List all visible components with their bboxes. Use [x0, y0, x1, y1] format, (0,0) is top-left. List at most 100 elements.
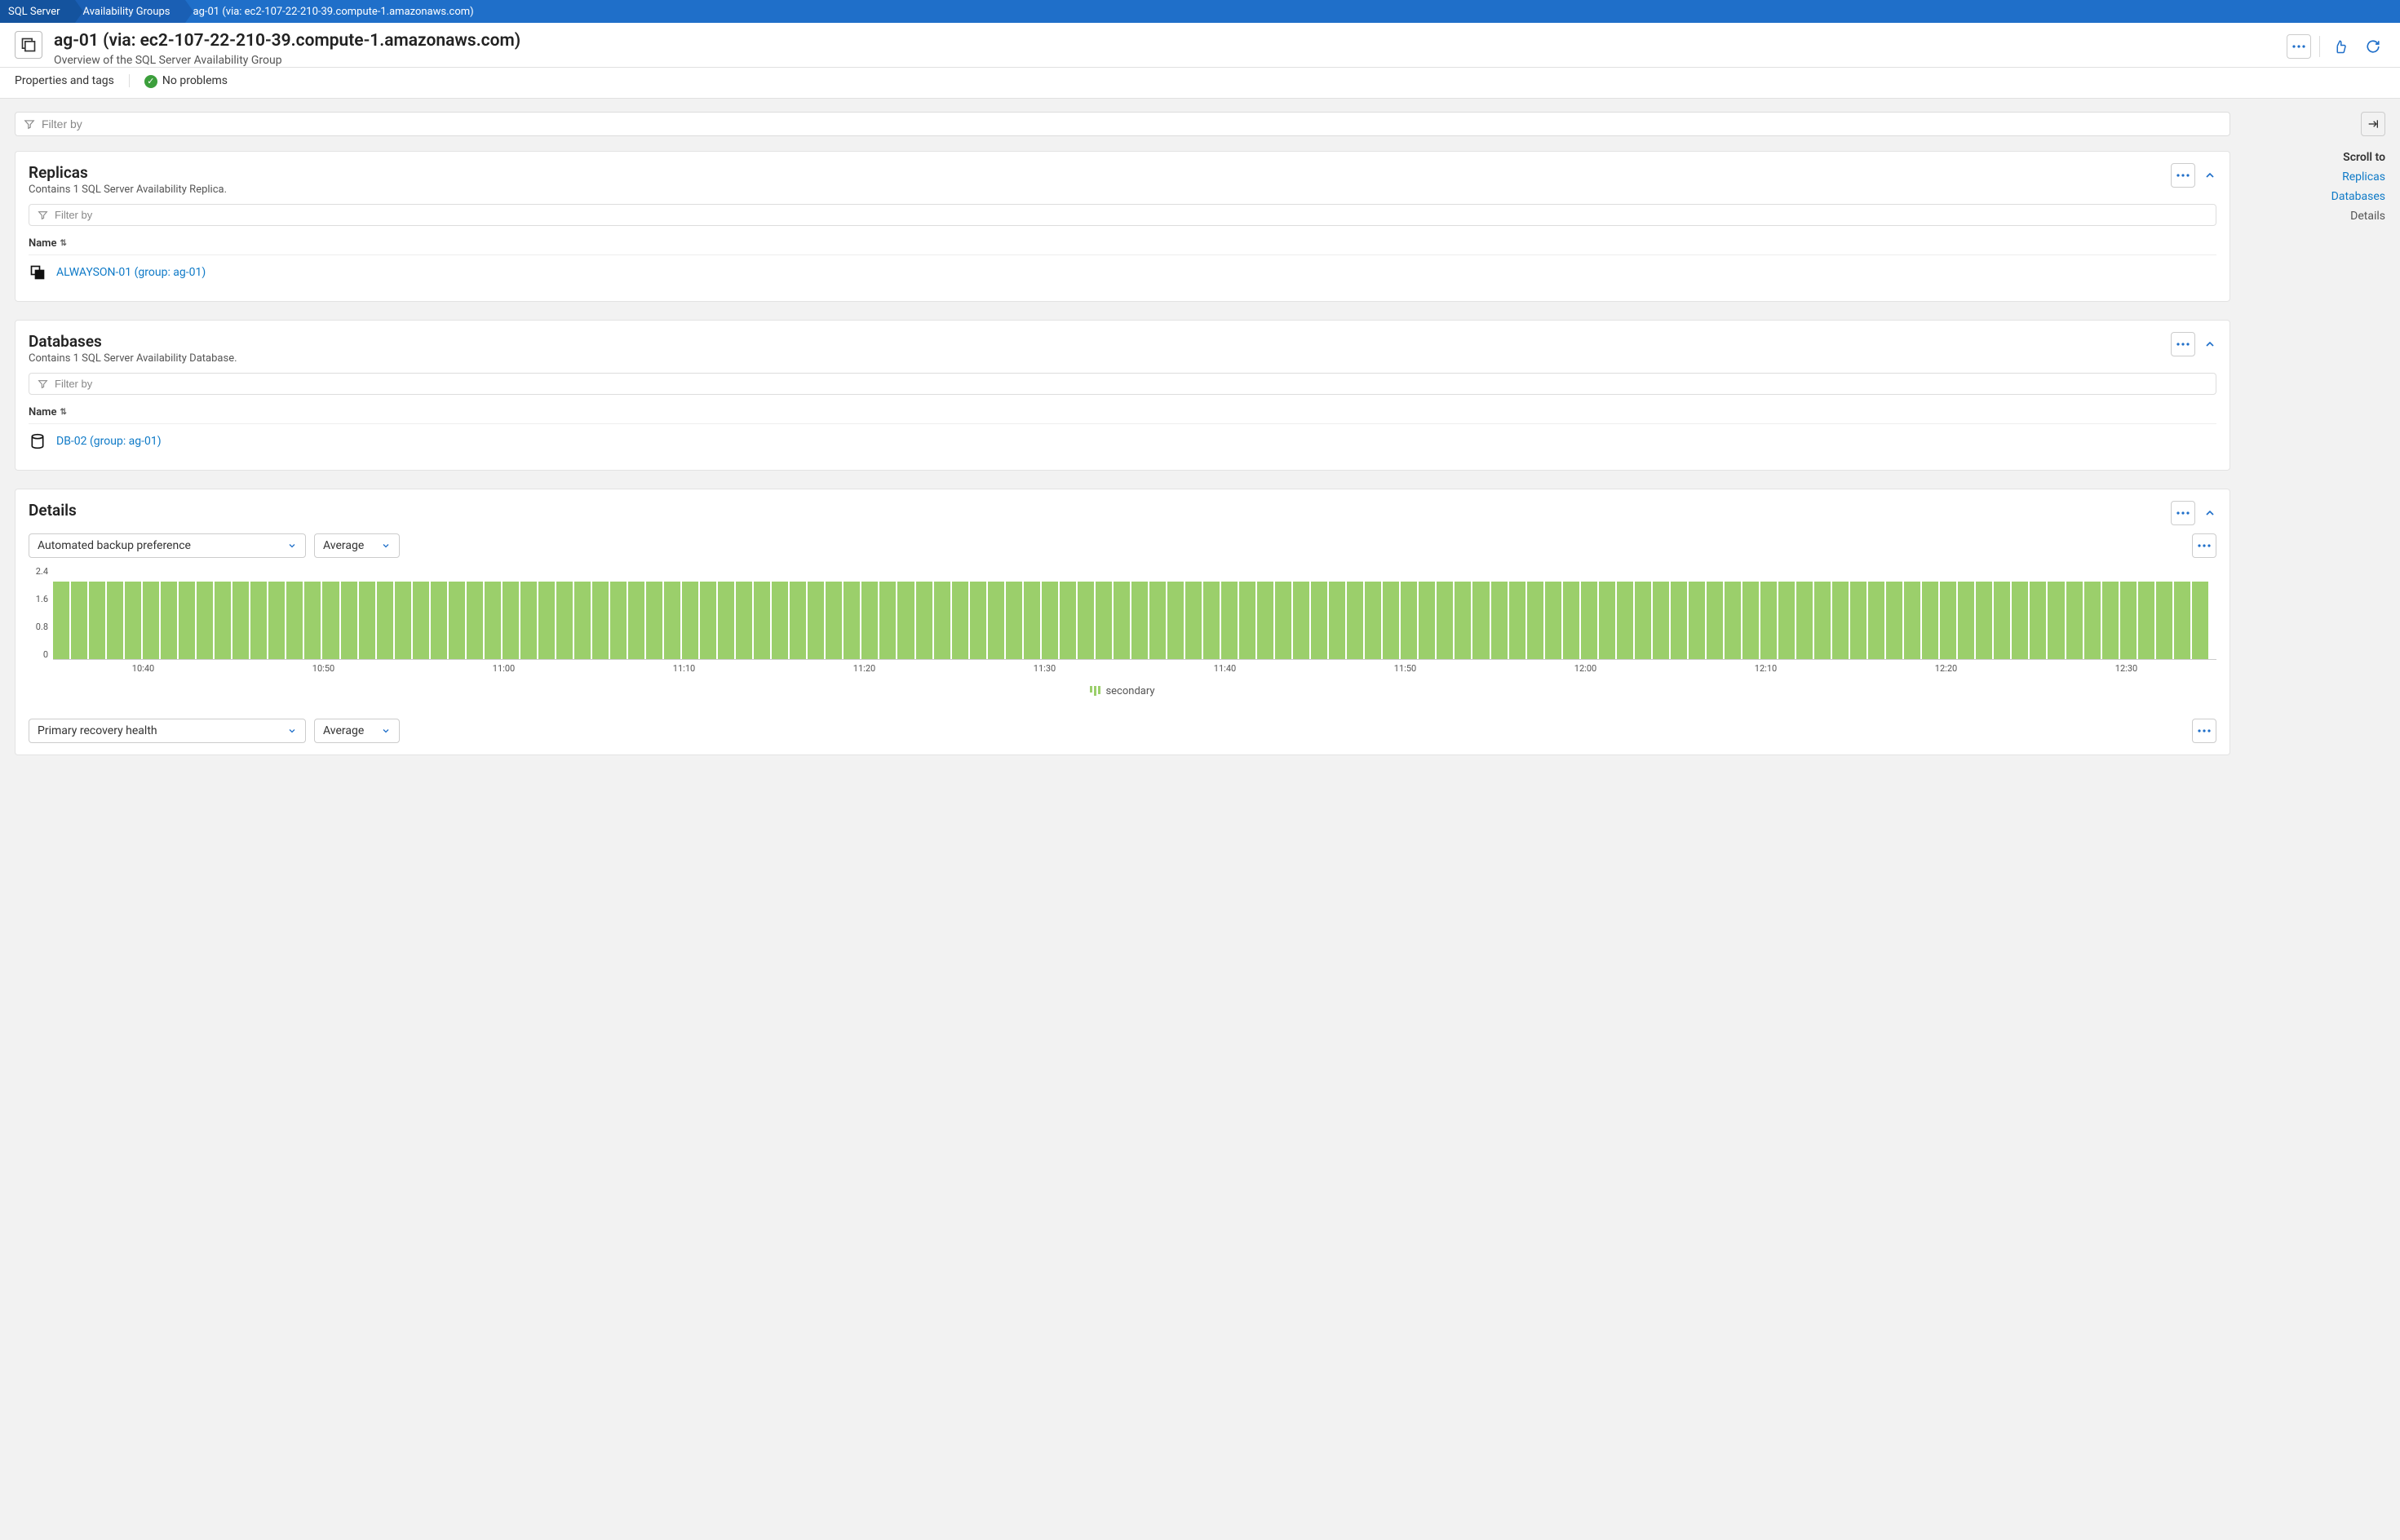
- chart-bar[interactable]: [808, 582, 824, 659]
- side-panel-toggle[interactable]: [2361, 112, 2385, 136]
- breadcrumb-availability-groups[interactable]: Availability Groups: [75, 0, 185, 23]
- chart-bar[interactable]: [556, 582, 573, 659]
- chart-bar[interactable]: [1689, 582, 1705, 659]
- replicas-name-column[interactable]: Name ⇅: [29, 237, 2216, 254]
- metric-select-1[interactable]: Automated backup preference: [29, 533, 306, 558]
- chart-bar[interactable]: [1096, 582, 1112, 659]
- chart-bar[interactable]: [646, 582, 662, 659]
- chart-bar[interactable]: [179, 582, 195, 659]
- chart-bar[interactable]: [1311, 582, 1327, 659]
- chart-bar[interactable]: [1599, 582, 1615, 659]
- chart-bar[interactable]: [682, 582, 698, 659]
- chart-bar[interactable]: [610, 582, 627, 659]
- metric-select-2[interactable]: Primary recovery health: [29, 719, 306, 743]
- thumbs-up-button[interactable]: [2328, 34, 2353, 59]
- chart-bar[interactable]: [1221, 582, 1238, 659]
- chart-bar[interactable]: [861, 582, 878, 659]
- chart-bar[interactable]: [1401, 582, 1417, 659]
- refresh-button[interactable]: [2361, 34, 2385, 59]
- chart-bar[interactable]: [1742, 582, 1759, 659]
- global-filter[interactable]: [15, 112, 2230, 136]
- chart-bar[interactable]: [1922, 582, 1938, 659]
- chart-bar[interactable]: [71, 582, 87, 659]
- scroll-link-replicas[interactable]: Replicas: [2247, 170, 2385, 184]
- chart-bar[interactable]: [1006, 582, 1022, 659]
- scroll-link-details[interactable]: Details: [2247, 210, 2385, 223]
- chart-bar[interactable]: [250, 582, 267, 659]
- chart-bar[interactable]: [1275, 582, 1291, 659]
- details-more-button[interactable]: [2171, 501, 2195, 525]
- chart-bar[interactable]: [2048, 582, 2064, 659]
- chart-bar[interactable]: [916, 582, 932, 659]
- chart-bar[interactable]: [700, 582, 716, 659]
- chart-1-more-button[interactable]: [2192, 533, 2216, 558]
- chart-bar[interactable]: [1904, 582, 1920, 659]
- aggregation-select-2[interactable]: Average: [314, 719, 400, 743]
- chart-bar[interactable]: [2174, 582, 2190, 659]
- replicas-filter[interactable]: [29, 204, 2216, 226]
- chart-bar[interactable]: [1814, 582, 1831, 659]
- chart-bar[interactable]: [2120, 582, 2137, 659]
- chart-bar[interactable]: [844, 582, 860, 659]
- aggregation-select-1[interactable]: Average: [314, 533, 400, 558]
- chart-bar[interactable]: [1042, 582, 1058, 659]
- databases-collapse-button[interactable]: [2203, 338, 2216, 351]
- chart-bar[interactable]: [1509, 582, 1525, 659]
- chart-bar[interactable]: [341, 582, 357, 659]
- chart-bar[interactable]: [1653, 582, 1669, 659]
- table-row[interactable]: ALWAYSON-01 (group: ag-01): [29, 254, 2216, 290]
- chart-bar[interactable]: [988, 582, 1004, 659]
- chart-bar[interactable]: [1796, 582, 1813, 659]
- chart-bar[interactable]: [736, 582, 752, 659]
- databases-filter-input[interactable]: [55, 378, 2207, 390]
- chart-bar[interactable]: [431, 582, 447, 659]
- chart-bar[interactable]: [449, 582, 465, 659]
- replicas-filter-input[interactable]: [55, 209, 2207, 221]
- chart-bar[interactable]: [1167, 582, 1184, 659]
- chart-bar[interactable]: [1365, 582, 1381, 659]
- chart-bar[interactable]: [1078, 582, 1094, 659]
- chart-bar[interactable]: [897, 582, 914, 659]
- chart-bar[interactable]: [89, 582, 105, 659]
- database-link[interactable]: DB-02 (group: ag-01): [56, 435, 162, 448]
- chart-bar[interactable]: [395, 582, 411, 659]
- chart-bar[interactable]: [1203, 582, 1220, 659]
- chart-bar[interactable]: [1725, 582, 1741, 659]
- chart-bar[interactable]: [538, 582, 555, 659]
- chart-bar[interactable]: [1868, 582, 1884, 659]
- chart-bar[interactable]: [1060, 582, 1076, 659]
- chart-bar[interactable]: [1131, 582, 1148, 659]
- chart-bar[interactable]: [413, 582, 429, 659]
- chart-bar[interactable]: [1832, 582, 1849, 659]
- chart-bar[interactable]: [286, 582, 303, 659]
- chart-bar[interactable]: [1976, 582, 1992, 659]
- chart-bar[interactable]: [1545, 582, 1561, 659]
- replicas-more-button[interactable]: [2171, 163, 2195, 188]
- chart-bar[interactable]: [215, 582, 231, 659]
- chart-bar[interactable]: [790, 582, 806, 659]
- chart-bar[interactable]: [934, 582, 950, 659]
- details-collapse-button[interactable]: [2203, 507, 2216, 520]
- chart-bar[interactable]: [467, 582, 483, 659]
- chart-bar[interactable]: [232, 582, 249, 659]
- chart-bar[interactable]: [1185, 582, 1202, 659]
- chart-bar[interactable]: [2138, 582, 2154, 659]
- chart-bar[interactable]: [628, 582, 644, 659]
- chart-bar[interactable]: [592, 582, 609, 659]
- replica-link[interactable]: ALWAYSON-01 (group: ag-01): [56, 266, 206, 279]
- chart-bar[interactable]: [772, 582, 788, 659]
- chart-bar[interactable]: [1293, 582, 1309, 659]
- chart-bar[interactable]: [1491, 582, 1508, 659]
- table-row[interactable]: DB-02 (group: ag-01): [29, 423, 2216, 458]
- chart-bar[interactable]: [952, 582, 968, 659]
- chart-bar[interactable]: [1383, 582, 1399, 659]
- chart-bar[interactable]: [1778, 582, 1795, 659]
- chart-bar[interactable]: [2030, 582, 2046, 659]
- chart-bar[interactable]: [1329, 582, 1345, 659]
- chart-bar[interactable]: [1760, 582, 1777, 659]
- chart-bar[interactable]: [197, 582, 213, 659]
- chart-bar[interactable]: [718, 582, 734, 659]
- chart-bar[interactable]: [1958, 582, 1974, 659]
- breadcrumb-sql-server[interactable]: SQL Server: [0, 0, 75, 23]
- scroll-link-databases[interactable]: Databases: [2247, 190, 2385, 203]
